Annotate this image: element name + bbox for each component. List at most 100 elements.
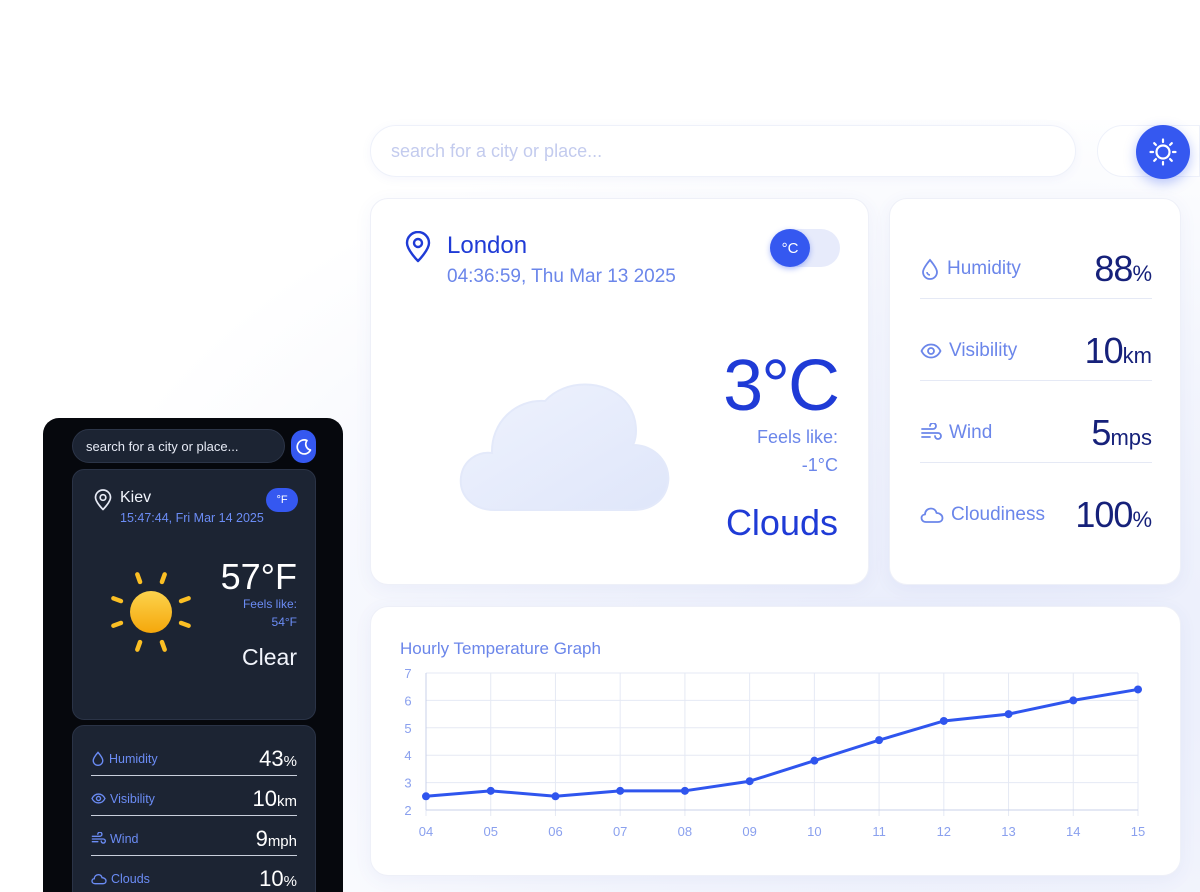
stat-number: 5 bbox=[1091, 411, 1111, 453]
data-point bbox=[875, 736, 884, 745]
mobile-city-name: Kiev bbox=[120, 489, 152, 506]
data-point bbox=[1004, 710, 1013, 719]
sun-icon bbox=[1149, 138, 1177, 166]
mobile-unit-toggle[interactable]: °F bbox=[266, 488, 298, 512]
eye-icon bbox=[91, 793, 106, 804]
unit-toggle[interactable]: °C bbox=[770, 229, 840, 267]
x-tick-label: 07 bbox=[613, 824, 627, 839]
x-tick-label: 06 bbox=[548, 824, 562, 839]
weather-stats-card: Humidity 88% Visibility 10km Wind 5mps C… bbox=[889, 198, 1181, 585]
mobile-current-temperature: 57°F bbox=[220, 556, 297, 597]
data-point bbox=[1069, 696, 1078, 705]
mobile-theme-toggle-button[interactable] bbox=[291, 430, 316, 463]
mobile-search-bar[interactable] bbox=[72, 429, 285, 463]
stat-unit: mph bbox=[267, 832, 297, 850]
stat-label: Wind bbox=[949, 421, 993, 443]
stat-label: Wind bbox=[110, 831, 139, 846]
temperature-chart: 2 3 4 5 6 7 04 05 06 07 08 09 10 11 12 13 14 15 bbox=[404, 666, 1145, 839]
x-tick-label: 11 bbox=[872, 824, 886, 839]
x-tick-label: 15 bbox=[1131, 824, 1145, 839]
data-point bbox=[1134, 685, 1142, 694]
cloud-icon bbox=[459, 383, 670, 511]
stat-label: Clouds bbox=[111, 872, 150, 886]
feels-like-value: -1°C bbox=[801, 455, 838, 475]
data-point bbox=[486, 786, 495, 795]
stat-unit: % bbox=[1132, 507, 1152, 532]
data-point bbox=[680, 786, 689, 795]
x-tick-label: 05 bbox=[483, 824, 497, 839]
weather-condition: Clouds bbox=[725, 502, 838, 543]
wind-icon bbox=[91, 831, 106, 844]
stat-label: Humidity bbox=[947, 257, 1021, 279]
current-weather-card: London 04:36:59, Thu Mar 13 2025 °C 3°C … bbox=[370, 198, 869, 585]
x-tick-label: 13 bbox=[1001, 824, 1015, 839]
mobile-stat-clouds: Clouds 10% bbox=[91, 862, 297, 892]
stat-value: 43% bbox=[259, 746, 297, 772]
feels-like-label: Feels like: bbox=[756, 427, 838, 447]
mobile-search-input[interactable] bbox=[86, 438, 284, 454]
wind-icon bbox=[921, 422, 942, 440]
data-point bbox=[745, 777, 754, 786]
stat-value: 88% bbox=[1094, 248, 1152, 290]
search-input[interactable] bbox=[391, 140, 1075, 162]
stat-number: 88 bbox=[1094, 247, 1133, 289]
cloud-icon bbox=[91, 873, 107, 885]
stat-unit: % bbox=[283, 752, 297, 770]
data-point bbox=[616, 786, 625, 795]
eye-icon bbox=[920, 343, 942, 358]
mobile-feels-like-value: 54°F bbox=[271, 615, 297, 629]
y-tick-label: 7 bbox=[404, 666, 411, 681]
stat-number: 100 bbox=[1075, 494, 1133, 535]
stat-cloudiness: Cloudiness 100% bbox=[920, 485, 1152, 545]
stat-label: Visibility bbox=[949, 339, 1018, 361]
search-bar[interactable] bbox=[370, 125, 1076, 177]
y-tick-label: 4 bbox=[404, 748, 411, 763]
x-tick-label: 09 bbox=[742, 824, 756, 839]
data-point bbox=[810, 756, 819, 765]
y-tick-label: 3 bbox=[404, 776, 411, 791]
stat-unit: km bbox=[1122, 342, 1152, 368]
stat-label: Visibility bbox=[110, 791, 155, 806]
stat-number: 10 bbox=[259, 866, 284, 891]
x-tick-label: 12 bbox=[937, 824, 951, 839]
stat-label: Cloudiness bbox=[951, 504, 1045, 525]
data-point bbox=[551, 792, 560, 801]
stat-value: 9mph bbox=[256, 826, 297, 852]
stat-value: 10km bbox=[1085, 330, 1152, 372]
x-tick-label: 08 bbox=[678, 824, 692, 839]
mobile-stat-wind: Wind 9mph bbox=[91, 822, 297, 856]
stat-visibility: Visibility 10km bbox=[920, 321, 1152, 381]
stat-wind: Wind 5mps bbox=[920, 403, 1152, 463]
mobile-current-weather-card: Kiev 15:47:44, Fri Mar 14 2025 °F 57°F F… bbox=[72, 469, 316, 720]
mobile-stat-humidity: Humidity 43% bbox=[91, 742, 297, 776]
cloud-icon bbox=[920, 507, 944, 523]
city-name: London bbox=[447, 232, 528, 259]
mobile-dark-preview: Kiev 15:47:44, Fri Mar 14 2025 °F 57°F F… bbox=[43, 418, 343, 892]
moon-icon bbox=[295, 438, 311, 455]
stat-number: 10 bbox=[1084, 329, 1124, 371]
y-tick-label: 2 bbox=[404, 803, 411, 818]
unit-toggle-knob[interactable]: °C bbox=[770, 229, 810, 267]
x-tick-label: 10 bbox=[807, 824, 821, 839]
x-tick-label: 14 bbox=[1066, 824, 1080, 839]
stat-humidity: Humidity 88% bbox=[920, 239, 1152, 299]
series-line bbox=[424, 687, 1140, 798]
mobile-weather-condition: Clear bbox=[242, 644, 297, 670]
stat-value: 10% bbox=[259, 866, 297, 892]
stat-number: 43 bbox=[259, 745, 284, 771]
theme-toggle-button[interactable] bbox=[1136, 125, 1190, 179]
y-tick-label: 6 bbox=[404, 693, 411, 708]
droplet-icon bbox=[922, 258, 938, 280]
stat-value: 5mps bbox=[1091, 412, 1152, 454]
stat-unit: % bbox=[283, 873, 297, 890]
hourly-graph-card: Hourly Temperature Graph 2 3 4 5 6 7 04 05 06 07 0… bbox=[370, 606, 1181, 876]
mobile-local-datetime: 15:47:44, Fri Mar 14 2025 bbox=[120, 511, 264, 525]
x-tick-label: 04 bbox=[419, 824, 433, 839]
mobile-stat-visibility: Visibility 10km bbox=[91, 782, 297, 816]
stat-label: Humidity bbox=[109, 751, 158, 766]
data-point bbox=[422, 792, 430, 801]
stat-value: 100% bbox=[1075, 494, 1152, 536]
current-temperature: 3°C bbox=[723, 346, 840, 426]
stat-number: 10 bbox=[252, 785, 277, 811]
stat-unit: % bbox=[1132, 260, 1152, 286]
